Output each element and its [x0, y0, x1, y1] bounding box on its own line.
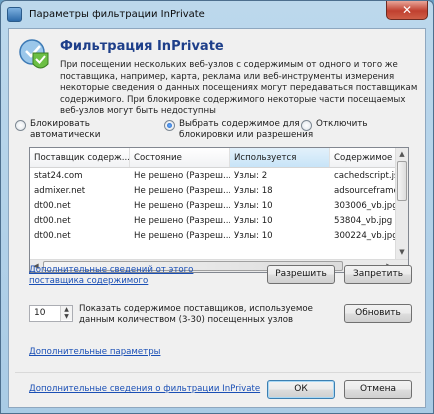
provider-info-link[interactable]: Дополнительные сведений от этого поставщ… [29, 265, 204, 287]
list-header: Поставщик содерж... Состояние Использует… [30, 148, 397, 168]
cell-state: Не решено (Разреш... [134, 201, 230, 211]
table-row[interactable]: dt00.net Не решено (Разреш... Узлы: 10 3… [30, 199, 397, 214]
content-provider-list[interactable]: Поставщик содерж... Состояние Использует… [29, 147, 409, 273]
column-header-provider[interactable]: Поставщик содерж... [30, 148, 130, 167]
cell-state: Не решено (Разреш... [134, 231, 230, 241]
cell-used: Узлы: 18 [234, 186, 273, 196]
table-row[interactable]: dt00.net Не решено (Разреш... Узлы: 10 5… [30, 214, 397, 229]
radio-auto-block-dot[interactable] [15, 120, 26, 131]
table-row[interactable]: stat24.com Не решено (Разреш... Узлы: 2 … [30, 169, 397, 184]
column-header-state[interactable]: Состояние [130, 148, 230, 167]
title-bar[interactable]: Параметры фильтрации InPrivate ✕ [1, 1, 433, 27]
cell-used: Узлы: 2 [234, 171, 268, 181]
stepper-down-icon[interactable]: ▼ [61, 313, 72, 320]
cell-content: 300224_vb.jpg [334, 231, 397, 241]
radio-choose-content-dot[interactable] [164, 120, 175, 131]
ok-button[interactable]: ОК [267, 380, 335, 399]
threshold-description: Показать содержимое поставщиков, использ… [79, 304, 313, 325]
allow-button[interactable]: Разрешить [267, 265, 335, 284]
dialog-window: Параметры фильтрации InPrivate ✕ Фильтра… [0, 0, 434, 414]
scroll-up-arrow-icon[interactable]: ▲ [396, 148, 408, 160]
advanced-settings-link[interactable]: Дополнительные параметры [29, 347, 160, 357]
cell-state: Не решено (Разреш... [134, 171, 230, 181]
filtering-info-link[interactable]: Дополнительные сведения о фильтрации InP… [29, 384, 260, 394]
cancel-button[interactable]: Отмена [344, 380, 412, 399]
cell-provider: admixer.net [34, 186, 86, 196]
stepper-up-icon[interactable]: ▲ [61, 306, 72, 313]
dialog-client-area: Фильтрация InPrivate При посещении неско… [8, 28, 426, 408]
cell-used: Узлы: 10 [234, 231, 273, 241]
column-header-used[interactable]: Используется [230, 148, 330, 167]
filter-mode-options: Блокировать автоматически Выбрать содерж… [15, 117, 425, 145]
cell-content: 303006_vb.jpg [334, 201, 397, 211]
cell-content: 53804_vb.jpg [334, 216, 393, 226]
site-count-stepper[interactable]: 10 ▲ ▼ [29, 305, 73, 322]
scroll-down-arrow-icon[interactable]: ▼ [396, 246, 408, 258]
shield-check-icon [19, 39, 49, 69]
window-title: Параметры фильтрации InPrivate [29, 8, 205, 20]
cell-used: Узлы: 10 [234, 216, 273, 226]
list-rows: stat24.com Не решено (Разреш... Узлы: 2 … [30, 169, 397, 259]
cell-content: cachedscript.js [334, 171, 397, 181]
radio-choose-content-label: Выбрать содержимое для блокировки или ра… [179, 119, 314, 140]
radio-auto-block[interactable]: Блокировать автоматически [15, 119, 135, 141]
cell-provider: dt00.net [34, 216, 71, 226]
ie-app-icon [7, 6, 22, 22]
radio-disable[interactable]: Отключить [301, 119, 401, 131]
radio-auto-block-label: Блокировать автоматически [30, 119, 101, 140]
radio-choose-content[interactable]: Выбрать содержимое для блокировки или ра… [164, 119, 314, 141]
radio-disable-label: Отключить [316, 119, 368, 129]
dialog-heading: Фильтрация InPrivate [60, 39, 224, 54]
refresh-button[interactable]: Обновить [344, 304, 412, 323]
vertical-scrollbar[interactable]: ▲ ▼ [395, 148, 408, 259]
site-count-value[interactable]: 10 [34, 306, 45, 321]
vertical-scroll-thumb[interactable] [397, 161, 407, 201]
table-row[interactable]: dt00.net Не решено (Разреш... Узлы: 10 3… [30, 229, 397, 244]
table-row[interactable]: admixer.net Не решено (Разреш... Узлы: 1… [30, 184, 397, 199]
block-button[interactable]: Запретить [344, 265, 412, 284]
cell-state: Не решено (Разреш... [134, 216, 230, 226]
column-header-content[interactable]: Содержимое [330, 148, 397, 167]
stepper-buttons[interactable]: ▲ ▼ [60, 306, 72, 321]
cell-state: Не решено (Разреш... [134, 186, 230, 196]
dialog-description: При посещении нескольких веб-узлов с сод… [60, 60, 418, 116]
close-button[interactable]: ✕ [386, 1, 428, 20]
cell-provider: dt00.net [34, 201, 71, 211]
cell-used: Узлы: 10 [234, 201, 273, 211]
cell-provider: stat24.com [34, 171, 83, 181]
cell-provider: dt00.net [34, 231, 71, 241]
footer-divider [15, 372, 421, 373]
cell-content: adsourceframe2 [334, 186, 397, 196]
radio-disable-dot[interactable] [301, 120, 312, 131]
